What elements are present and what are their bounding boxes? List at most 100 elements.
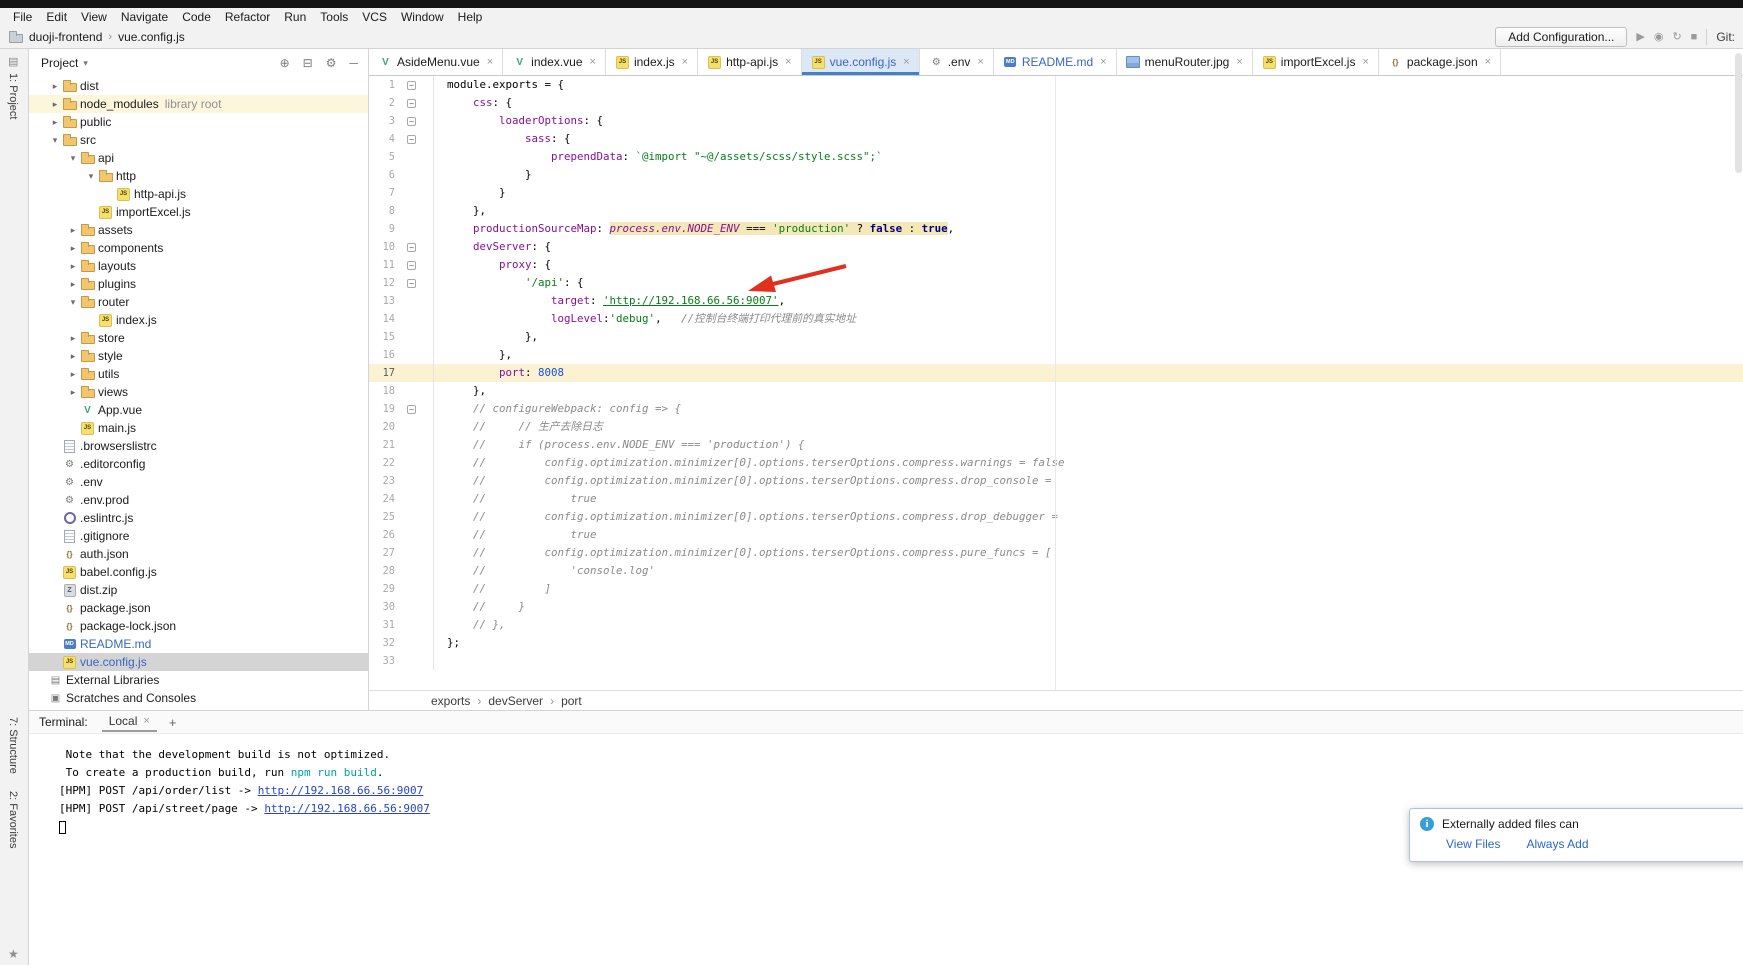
close-icon[interactable]: × — [1100, 56, 1106, 68]
toolstripe-project-button[interactable]: 1: Project — [7, 73, 19, 119]
tree-item-.editorconfig[interactable]: .editorconfig — [29, 455, 368, 473]
tree-item-package.json[interactable]: package.json — [29, 599, 368, 617]
editor-breadcrumb-item[interactable]: devServer — [488, 694, 543, 708]
editor-breadcrumb-item[interactable]: exports — [431, 694, 470, 708]
editor-tab-AsideMenu.vue[interactable]: AsideMenu.vue× — [369, 49, 503, 75]
editor-breadcrumb-item[interactable]: port — [561, 694, 582, 708]
menu-item-file[interactable]: File — [6, 10, 39, 24]
menu-item-run[interactable]: Run — [277, 10, 313, 24]
tree-item-babel.config.js[interactable]: babel.config.js — [29, 563, 368, 581]
chevron-right-icon[interactable]: ▸ — [48, 99, 62, 110]
locate-icon[interactable]: ⊕ — [280, 56, 290, 70]
menu-item-vcs[interactable]: VCS — [355, 10, 394, 24]
tree-item-index.js[interactable]: index.js — [29, 311, 368, 329]
stop-icon[interactable]: ■ — [1691, 31, 1698, 43]
terminal-tab-local[interactable]: Local × — [102, 712, 157, 732]
fold-collapse-icon[interactable]: − — [407, 243, 416, 252]
tree-item-.browserslistrc[interactable]: .browserslistrc — [29, 437, 368, 455]
tree-item-package-lock.json[interactable]: package-lock.json — [29, 617, 368, 635]
close-icon[interactable]: × — [590, 56, 596, 68]
tree-item-External Libraries[interactable]: External Libraries — [29, 671, 368, 689]
chevron-down-icon[interactable]: ▾ — [84, 171, 98, 182]
close-icon[interactable]: × — [1362, 56, 1368, 68]
code-editor[interactable]: 1−module.exports = {2− css: {3− loaderOp… — [369, 76, 1743, 690]
chevron-down-icon[interactable]: ▾ — [66, 153, 80, 164]
tree-item-style[interactable]: ▸style — [29, 347, 368, 365]
tree-item-main.js[interactable]: main.js — [29, 419, 368, 437]
tree-item-http[interactable]: ▾http — [29, 167, 368, 185]
collapse-all-icon[interactable]: ⊟ — [303, 56, 313, 70]
favorites-star-icon[interactable]: ★ — [8, 947, 19, 961]
menu-item-code[interactable]: Code — [175, 10, 218, 24]
fold-collapse-icon[interactable]: − — [407, 81, 416, 90]
tree-item-App.vue[interactable]: App.vue — [29, 401, 368, 419]
tree-item-node_modules[interactable]: ▸node_moduleslibrary root — [29, 95, 368, 113]
project-panel-title[interactable]: Project — [41, 56, 78, 70]
terminal-link[interactable]: http://192.168.66.56:9007 — [264, 802, 430, 815]
toolstripe-structure-button[interactable]: 7: Structure — [7, 717, 19, 774]
chevron-right-icon[interactable]: ▸ — [66, 333, 80, 344]
close-icon[interactable]: × — [1236, 56, 1242, 68]
close-icon[interactable]: × — [1485, 56, 1491, 68]
fold-collapse-icon[interactable]: − — [407, 261, 416, 270]
tree-item-views[interactable]: ▸views — [29, 383, 368, 401]
fold-collapse-icon[interactable]: − — [407, 405, 416, 414]
new-terminal-icon[interactable]: + — [169, 715, 177, 730]
close-icon[interactable]: × — [143, 715, 149, 727]
menu-item-edit[interactable]: Edit — [39, 10, 74, 24]
rerun-icon[interactable]: ↻ — [1672, 30, 1681, 43]
menu-item-refactor[interactable]: Refactor — [218, 10, 277, 24]
git-branch-widget[interactable]: Git: — [1716, 30, 1735, 44]
tree-item-utils[interactable]: ▸utils — [29, 365, 368, 383]
close-icon[interactable]: × — [977, 56, 983, 68]
fold-collapse-icon[interactable]: − — [407, 279, 416, 288]
editor-tab-package.json[interactable]: package.json× — [1379, 49, 1501, 75]
editor-tab-importExcel.js[interactable]: importExcel.js× — [1253, 49, 1379, 75]
close-icon[interactable]: × — [682, 56, 688, 68]
tree-item-importExcel.js[interactable]: importExcel.js — [29, 203, 368, 221]
chevron-right-icon[interactable]: ▸ — [66, 369, 80, 380]
terminal-link[interactable]: http://192.168.66.56:9007 — [258, 784, 424, 797]
chevron-right-icon[interactable]: ▸ — [48, 81, 62, 92]
gear-icon[interactable]: ⚙ — [326, 56, 337, 70]
tree-item-vue.config.js[interactable]: vue.config.js — [29, 653, 368, 671]
tree-item-plugins[interactable]: ▸plugins — [29, 275, 368, 293]
editor-scrollbar[interactable] — [1735, 53, 1742, 173]
editor-tab-vue.config.js[interactable]: vue.config.js× — [802, 49, 920, 75]
chevron-right-icon[interactable]: ▸ — [66, 387, 80, 398]
chevron-down-icon[interactable]: ▾ — [48, 135, 62, 146]
toolstripe-favorites-button[interactable]: 2: Favorites — [7, 791, 19, 848]
fold-collapse-icon[interactable]: − — [407, 117, 416, 126]
tree-item-components[interactable]: ▸components — [29, 239, 368, 257]
editor-tab-menuRouter.jpg[interactable]: menuRouter.jpg× — [1117, 49, 1253, 75]
tree-item-.env[interactable]: .env — [29, 473, 368, 491]
tree-item-assets[interactable]: ▸assets — [29, 221, 368, 239]
run-icon[interactable]: ▶ — [1636, 30, 1644, 43]
chevron-right-icon[interactable]: ▸ — [66, 351, 80, 362]
close-icon[interactable]: × — [487, 56, 493, 68]
add-configuration-button[interactable]: Add Configuration... — [1495, 27, 1627, 47]
editor-tab-http-api.js[interactable]: http-api.js× — [698, 49, 801, 75]
chevron-right-icon[interactable]: ▸ — [48, 117, 62, 128]
editor-tab-index.js[interactable]: index.js× — [606, 49, 698, 75]
tree-item-Scratches and Consoles[interactable]: Scratches and Consoles — [29, 689, 368, 707]
tree-item-store[interactable]: ▸store — [29, 329, 368, 347]
chevron-right-icon[interactable]: ▸ — [66, 279, 80, 290]
fold-collapse-icon[interactable]: − — [407, 99, 416, 108]
chevron-down-icon[interactable]: ▾ — [83, 58, 88, 69]
project-tree[interactable]: ▸dist▸node_moduleslibrary root▸public▾sr… — [29, 77, 368, 707]
menu-item-view[interactable]: View — [74, 10, 114, 24]
tree-item-router[interactable]: ▾router — [29, 293, 368, 311]
chevron-right-icon[interactable]: ▸ — [66, 261, 80, 272]
tree-item-.eslintrc.js[interactable]: .eslintrc.js — [29, 509, 368, 527]
always-add-link[interactable]: Always Add — [1526, 837, 1588, 851]
menu-item-navigate[interactable]: Navigate — [114, 10, 175, 24]
breadcrumb-item[interactable]: duoji-frontend — [29, 30, 102, 44]
tree-item-.env.prod[interactable]: .env.prod — [29, 491, 368, 509]
tree-item-dist[interactable]: ▸dist — [29, 77, 368, 95]
menu-item-window[interactable]: Window — [394, 10, 451, 24]
tree-item-api[interactable]: ▾api — [29, 149, 368, 167]
tree-item-.gitignore[interactable]: .gitignore — [29, 527, 368, 545]
tree-item-http-api.js[interactable]: http-api.js — [29, 185, 368, 203]
chevron-right-icon[interactable]: ▸ — [66, 243, 80, 254]
